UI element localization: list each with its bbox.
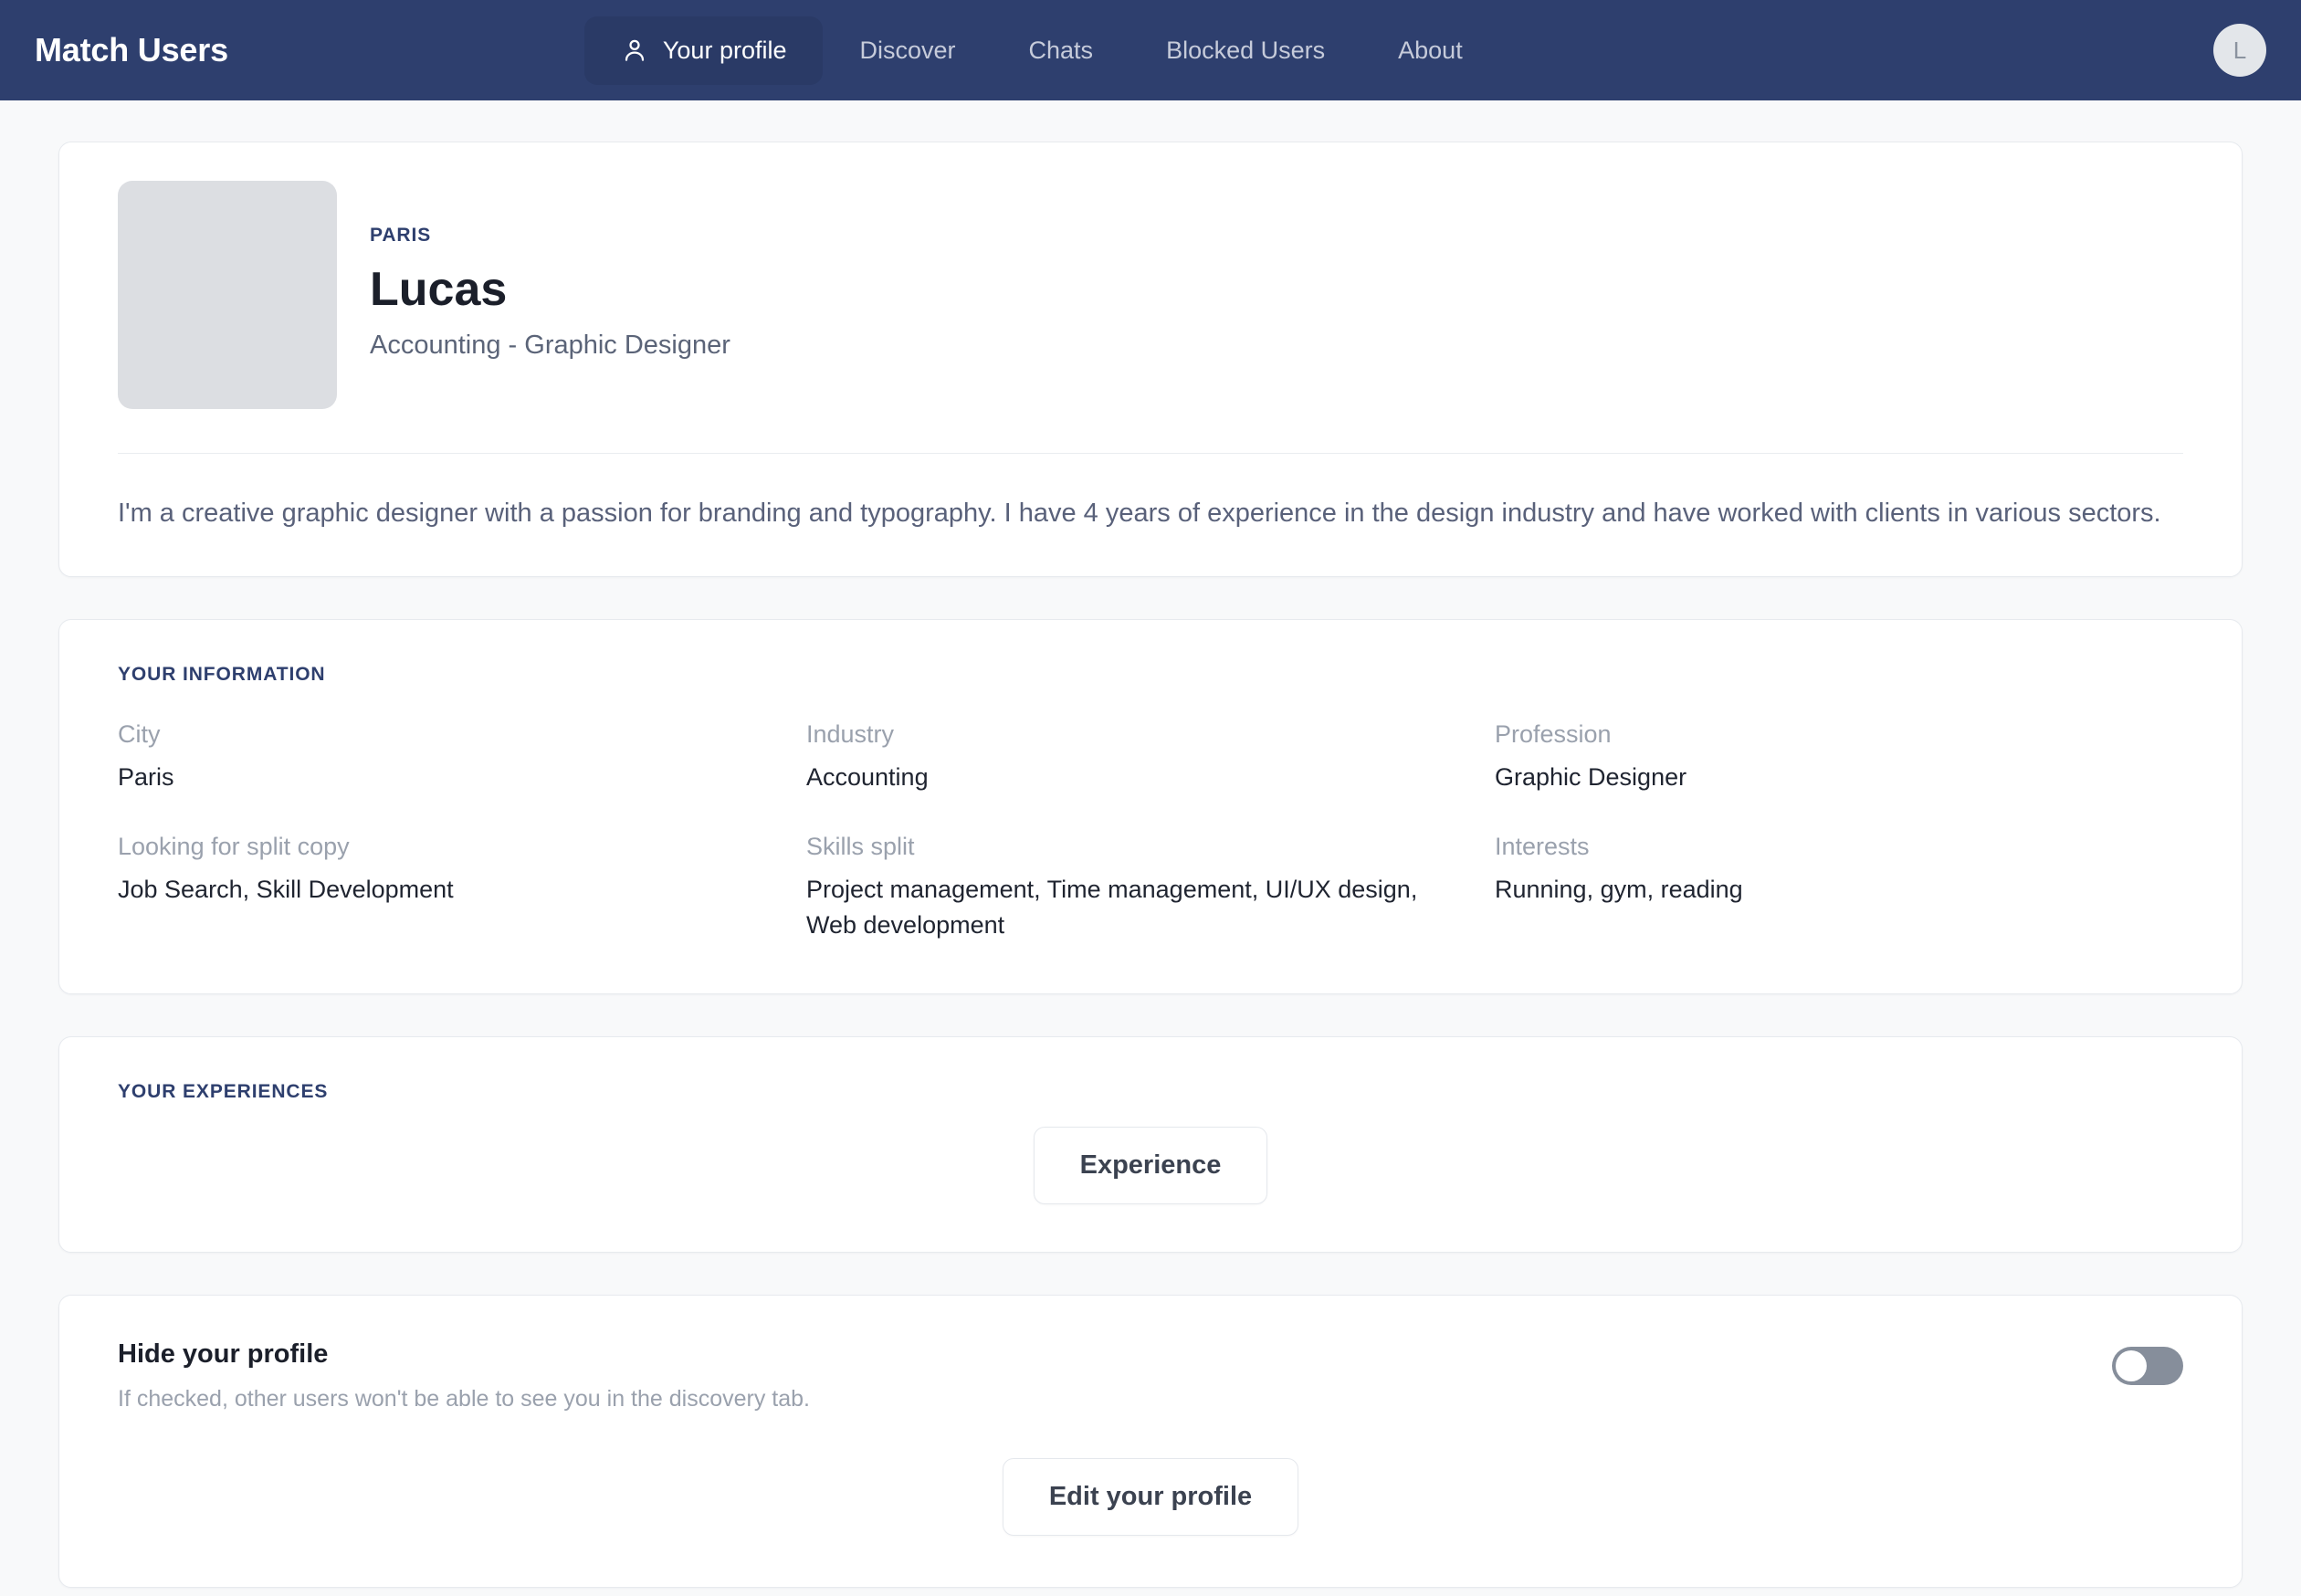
avatar[interactable]: L [2213, 24, 2266, 77]
info-label: Skills split [806, 833, 915, 861]
profile-bio: I'm a creative graphic designer with a p… [118, 499, 2161, 528]
information-grid: City Paris Industry Accounting Professio… [118, 720, 2183, 942]
experience-button-row: Experience [118, 1127, 2183, 1205]
info-field-city: City Paris [118, 720, 806, 833]
hide-profile-title: Hide your profile [118, 1339, 329, 1370]
nav-item-chats[interactable]: Chats [993, 16, 1130, 85]
edit-profile-button[interactable]: Edit your profile [1002, 1458, 1299, 1537]
profile-header-card: PARIS Lucas Accounting - Graphic Designe… [58, 142, 2243, 578]
hide-profile-text: Hide your profile If checked, other user… [118, 1339, 810, 1412]
nav-item-about[interactable]: About [1361, 16, 1499, 85]
info-value: Graphic Designer [1495, 763, 1687, 792]
info-value: Job Search, Skill Development [118, 876, 454, 904]
toggle-knob [2116, 1350, 2147, 1382]
nav-item-blocked-users[interactable]: Blocked Users [1129, 16, 1361, 85]
info-field-looking-for: Looking for split copy Job Search, Skill… [118, 833, 806, 942]
info-value: Project management, Time management, UI/… [806, 876, 1418, 939]
person-icon [621, 37, 648, 64]
info-field-interests: Interests Running, gym, reading [1495, 833, 2183, 942]
main-nav: Your profile Discover Chats Blocked User… [583, 16, 1499, 85]
nav-item-discover[interactable]: Discover [823, 16, 992, 85]
info-label: Looking for split copy [118, 833, 350, 861]
info-label: Interests [1495, 833, 1590, 861]
info-value: Accounting [806, 763, 929, 792]
profile-photo [118, 181, 337, 409]
hide-profile-description: If checked, other users won't be able to… [118, 1386, 810, 1412]
info-label: Industry [806, 720, 895, 749]
app-brand: Match Users [35, 31, 228, 68]
edit-profile-button-row: Edit your profile [118, 1458, 2183, 1537]
info-field-profession: Profession Graphic Designer [1495, 720, 2183, 833]
profile-top-row: PARIS Lucas Accounting - Graphic Designe… [118, 181, 2183, 409]
info-value: Paris [118, 763, 174, 792]
your-information-title: YOUR INFORMATION [118, 664, 326, 686]
your-information-card: YOUR INFORMATION City Paris Industry Acc… [58, 619, 2243, 995]
hide-profile-row: Hide your profile If checked, other user… [118, 1339, 2183, 1412]
hide-profile-card: Hide your profile If checked, other user… [58, 1295, 2243, 1589]
page-content: PARIS Lucas Accounting - Graphic Designe… [0, 100, 2301, 1589]
info-value: Running, gym, reading [1495, 876, 1743, 904]
info-field-skills: Skills split Project management, Time ma… [806, 833, 1495, 942]
info-label: City [118, 720, 161, 749]
nav-item-your-profile[interactable]: Your profile [583, 16, 824, 85]
profile-divider [118, 453, 2183, 454]
nav-label-your-profile: Your profile [662, 36, 787, 64]
profile-subtitle: Accounting - Graphic Designer [370, 331, 730, 361]
page-title: Lucas [370, 263, 508, 316]
your-experiences-card: YOUR EXPERIENCES Experience [58, 1036, 2243, 1254]
top-navbar: Match Users Your profile Discover Chats … [0, 0, 2301, 100]
experience-button[interactable]: Experience [1033, 1127, 1268, 1205]
your-experiences-title: YOUR EXPERIENCES [118, 1081, 329, 1103]
info-field-industry: Industry Accounting [806, 720, 1495, 833]
profile-meta: PARIS Lucas Accounting - Graphic Designe… [370, 181, 730, 361]
hide-profile-toggle[interactable] [2112, 1347, 2183, 1386]
info-label: Profession [1495, 720, 1612, 749]
profile-city-eyebrow: PARIS [370, 225, 432, 246]
